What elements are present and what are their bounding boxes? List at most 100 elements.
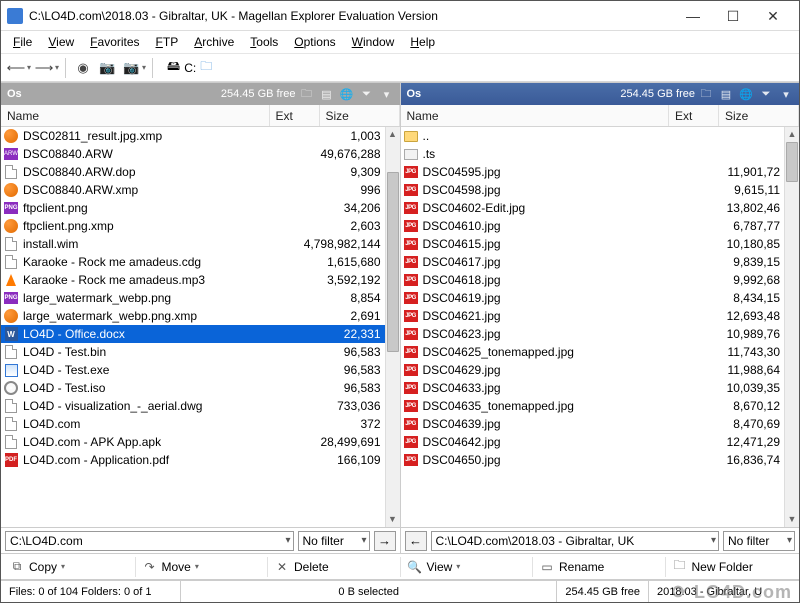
file-row[interactable]: JPGDSC04595.jpg11,901,72 bbox=[401, 163, 785, 181]
file-row[interactable]: JPGDSC04642.jpg12,471,29 bbox=[401, 433, 785, 451]
file-row[interactable]: ARWDSC08840.ARW49,676,288 bbox=[1, 145, 385, 163]
left-ph-menu-icon[interactable]: ▾ bbox=[378, 86, 396, 102]
drive-folder-icon[interactable]: 🗀 bbox=[200, 57, 212, 78]
file-row[interactable]: Karaoke - Rock me amadeus.cdg1,615,680 bbox=[1, 253, 385, 271]
left-ph-list-icon[interactable]: ▤ bbox=[318, 86, 336, 102]
file-row[interactable]: ftpclient.png.xmp2,603 bbox=[1, 217, 385, 235]
drives-icon[interactable]: 🖴 bbox=[167, 57, 180, 79]
left-path-combo[interactable]: C:\LO4D.com ▾ bbox=[5, 531, 294, 551]
file-row[interactable]: JPGDSC04617.jpg9,839,15 bbox=[401, 253, 785, 271]
minimize-button[interactable]: — bbox=[673, 2, 713, 30]
left-col-size[interactable]: Size bbox=[320, 105, 400, 126]
file-row[interactable]: JPGDSC04623.jpg10,989,76 bbox=[401, 325, 785, 343]
left-col-ext[interactable]: Ext bbox=[270, 105, 320, 126]
menu-view[interactable]: View bbox=[42, 33, 80, 51]
file-row[interactable]: JPGDSC04618.jpg9,992,68 bbox=[401, 271, 785, 289]
menu-options[interactable]: Options bbox=[288, 33, 341, 51]
left-scroll-thumb[interactable] bbox=[387, 172, 399, 352]
file-row[interactable]: JPGDSC04619.jpg8,434,15 bbox=[401, 289, 785, 307]
file-row[interactable]: Karaoke - Rock me amadeus.mp33,592,192 bbox=[1, 271, 385, 289]
left-col-name[interactable]: Name bbox=[1, 105, 270, 126]
file-row[interactable]: PNGlarge_watermark_webp.png8,854 bbox=[1, 289, 385, 307]
scroll-down-icon[interactable]: ▼ bbox=[785, 512, 799, 527]
rename-button[interactable]: ▭ Rename bbox=[533, 557, 666, 577]
right-filter-combo[interactable]: No filter ▾ bbox=[723, 531, 795, 551]
file-row[interactable]: JPGDSC04650.jpg16,836,74 bbox=[401, 451, 785, 469]
maximize-button[interactable]: ☐ bbox=[713, 2, 753, 30]
left-ph-filter-icon[interactable]: ⏷ bbox=[358, 86, 376, 102]
file-row[interactable]: JPGDSC04598.jpg9,615,11 bbox=[401, 181, 785, 199]
right-scroll-thumb[interactable] bbox=[786, 142, 798, 182]
left-ph-globe-icon[interactable]: 🌐 bbox=[338, 86, 356, 102]
new-folder-button[interactable]: 🗀 New Folder bbox=[666, 557, 798, 577]
stop-button[interactable]: ◉ bbox=[72, 57, 94, 79]
right-path-combo[interactable]: C:\LO4D.com\2018.03 - Gibraltar, UK ▾ bbox=[431, 531, 720, 551]
right-file-list[interactable]: ...tsJPGDSC04595.jpg11,901,72JPGDSC04598… bbox=[401, 127, 785, 527]
menu-tools[interactable]: Tools bbox=[244, 33, 284, 51]
file-row[interactable]: LO4D - Test.iso96,583 bbox=[1, 379, 385, 397]
file-row[interactable]: JPGDSC04610.jpg6,787,77 bbox=[401, 217, 785, 235]
right-col-size[interactable]: Size bbox=[719, 105, 799, 126]
file-row[interactable]: JPGDSC04625_tonemapped.jpg11,743,30 bbox=[401, 343, 785, 361]
file-row[interactable]: JPGDSC04633.jpg10,039,35 bbox=[401, 379, 785, 397]
drive-label[interactable]: C: bbox=[184, 61, 196, 75]
left-ph-folder-icon[interactable]: 🗀 bbox=[298, 86, 316, 102]
file-row[interactable]: JPGDSC04629.jpg11,988,64 bbox=[401, 361, 785, 379]
left-file-list[interactable]: DSC02811_result.jpg.xmp1,003ARWDSC08840.… bbox=[1, 127, 385, 527]
file-row[interactable]: large_watermark_webp.png.xmp2,691 bbox=[1, 307, 385, 325]
left-go-button[interactable]: → bbox=[374, 531, 396, 551]
file-name: ftpclient.png.xmp bbox=[23, 219, 303, 233]
file-row[interactable]: PDFLO4D.com - Application.pdf166,109 bbox=[1, 451, 385, 469]
file-row[interactable]: JPGDSC04615.jpg10,180,85 bbox=[401, 235, 785, 253]
copy-button[interactable]: ⧉ Copy ▾ bbox=[3, 557, 136, 577]
file-row[interactable]: .ts bbox=[401, 145, 785, 163]
file-row[interactable]: LO4D - Test.bin96,583 bbox=[1, 343, 385, 361]
menu-favorites[interactable]: Favorites bbox=[84, 33, 145, 51]
file-row[interactable]: install.wim4,798,982,144 bbox=[1, 235, 385, 253]
menu-file[interactable]: File bbox=[7, 33, 38, 51]
right-pane-header[interactable]: Os 254.45 GB free 🗀 ▤ 🌐 ⏷ ▾ bbox=[401, 83, 800, 105]
back-button[interactable]: ⟵ bbox=[5, 57, 27, 79]
menu-help[interactable]: Help bbox=[404, 33, 441, 51]
action-bar: ⧉ Copy ▾ ↷ Move ▾ ✕ Delete 🔍 View ▾ ▭ Re… bbox=[1, 554, 799, 580]
file-row[interactable]: JPGDSC04635_tonemapped.jpg8,670,12 bbox=[401, 397, 785, 415]
menu-archive[interactable]: Archive bbox=[188, 33, 240, 51]
scroll-down-icon[interactable]: ▼ bbox=[386, 512, 400, 527]
camera2-icon[interactable]: 📷 bbox=[120, 57, 142, 79]
menu-ftp[interactable]: FTP bbox=[150, 33, 185, 51]
right-ph-folder-icon[interactable]: 🗀 bbox=[697, 86, 715, 102]
file-row[interactable]: JPGDSC04621.jpg12,693,48 bbox=[401, 307, 785, 325]
file-row[interactable]: JPGDSC04602-Edit.jpg13,802,46 bbox=[401, 199, 785, 217]
left-scrollbar[interactable]: ▲ ▼ bbox=[385, 127, 400, 527]
move-button[interactable]: ↷ Move ▾ bbox=[136, 557, 269, 577]
delete-button[interactable]: ✕ Delete bbox=[268, 557, 401, 577]
left-pane-header[interactable]: Os 254.45 GB free 🗀 ▤ 🌐 ⏷ ▾ bbox=[1, 83, 400, 105]
camera1-icon[interactable]: 📷 bbox=[96, 57, 118, 79]
close-button[interactable]: ✕ bbox=[753, 2, 793, 30]
right-back-button[interactable]: ← bbox=[405, 531, 427, 551]
scroll-up-icon[interactable]: ▲ bbox=[785, 127, 799, 142]
scroll-up-icon[interactable]: ▲ bbox=[386, 127, 400, 142]
right-scrollbar[interactable]: ▲ ▼ bbox=[784, 127, 799, 527]
file-row[interactable]: LO4D - visualization_-_aerial.dwg733,036 bbox=[1, 397, 385, 415]
right-col-name[interactable]: Name bbox=[401, 105, 670, 126]
right-ph-menu-icon[interactable]: ▾ bbox=[777, 86, 795, 102]
right-ph-globe-icon[interactable]: 🌐 bbox=[737, 86, 755, 102]
file-row[interactable]: DSC08840.ARW.xmp996 bbox=[1, 181, 385, 199]
file-row[interactable]: LO4D.com - APK App.apk28,499,691 bbox=[1, 433, 385, 451]
file-row[interactable]: LO4D - Test.exe96,583 bbox=[1, 361, 385, 379]
right-ph-list-icon[interactable]: ▤ bbox=[717, 86, 735, 102]
menu-window[interactable]: Window bbox=[346, 33, 401, 51]
file-row[interactable]: DSC02811_result.jpg.xmp1,003 bbox=[1, 127, 385, 145]
file-row[interactable]: DSC08840.ARW.dop9,309 bbox=[1, 163, 385, 181]
forward-button[interactable]: ⟶ bbox=[33, 57, 55, 79]
file-row[interactable]: PNGftpclient.png34,206 bbox=[1, 199, 385, 217]
left-filter-combo[interactable]: No filter ▾ bbox=[298, 531, 370, 551]
file-row[interactable]: WLO4D - Office.docx22,331 bbox=[1, 325, 385, 343]
right-ph-filter-icon[interactable]: ⏷ bbox=[757, 86, 775, 102]
view-button[interactable]: 🔍 View ▾ bbox=[401, 557, 534, 577]
file-row[interactable]: .. bbox=[401, 127, 785, 145]
file-row[interactable]: JPGDSC04639.jpg8,470,69 bbox=[401, 415, 785, 433]
right-col-ext[interactable]: Ext bbox=[669, 105, 719, 126]
file-row[interactable]: LO4D.com372 bbox=[1, 415, 385, 433]
